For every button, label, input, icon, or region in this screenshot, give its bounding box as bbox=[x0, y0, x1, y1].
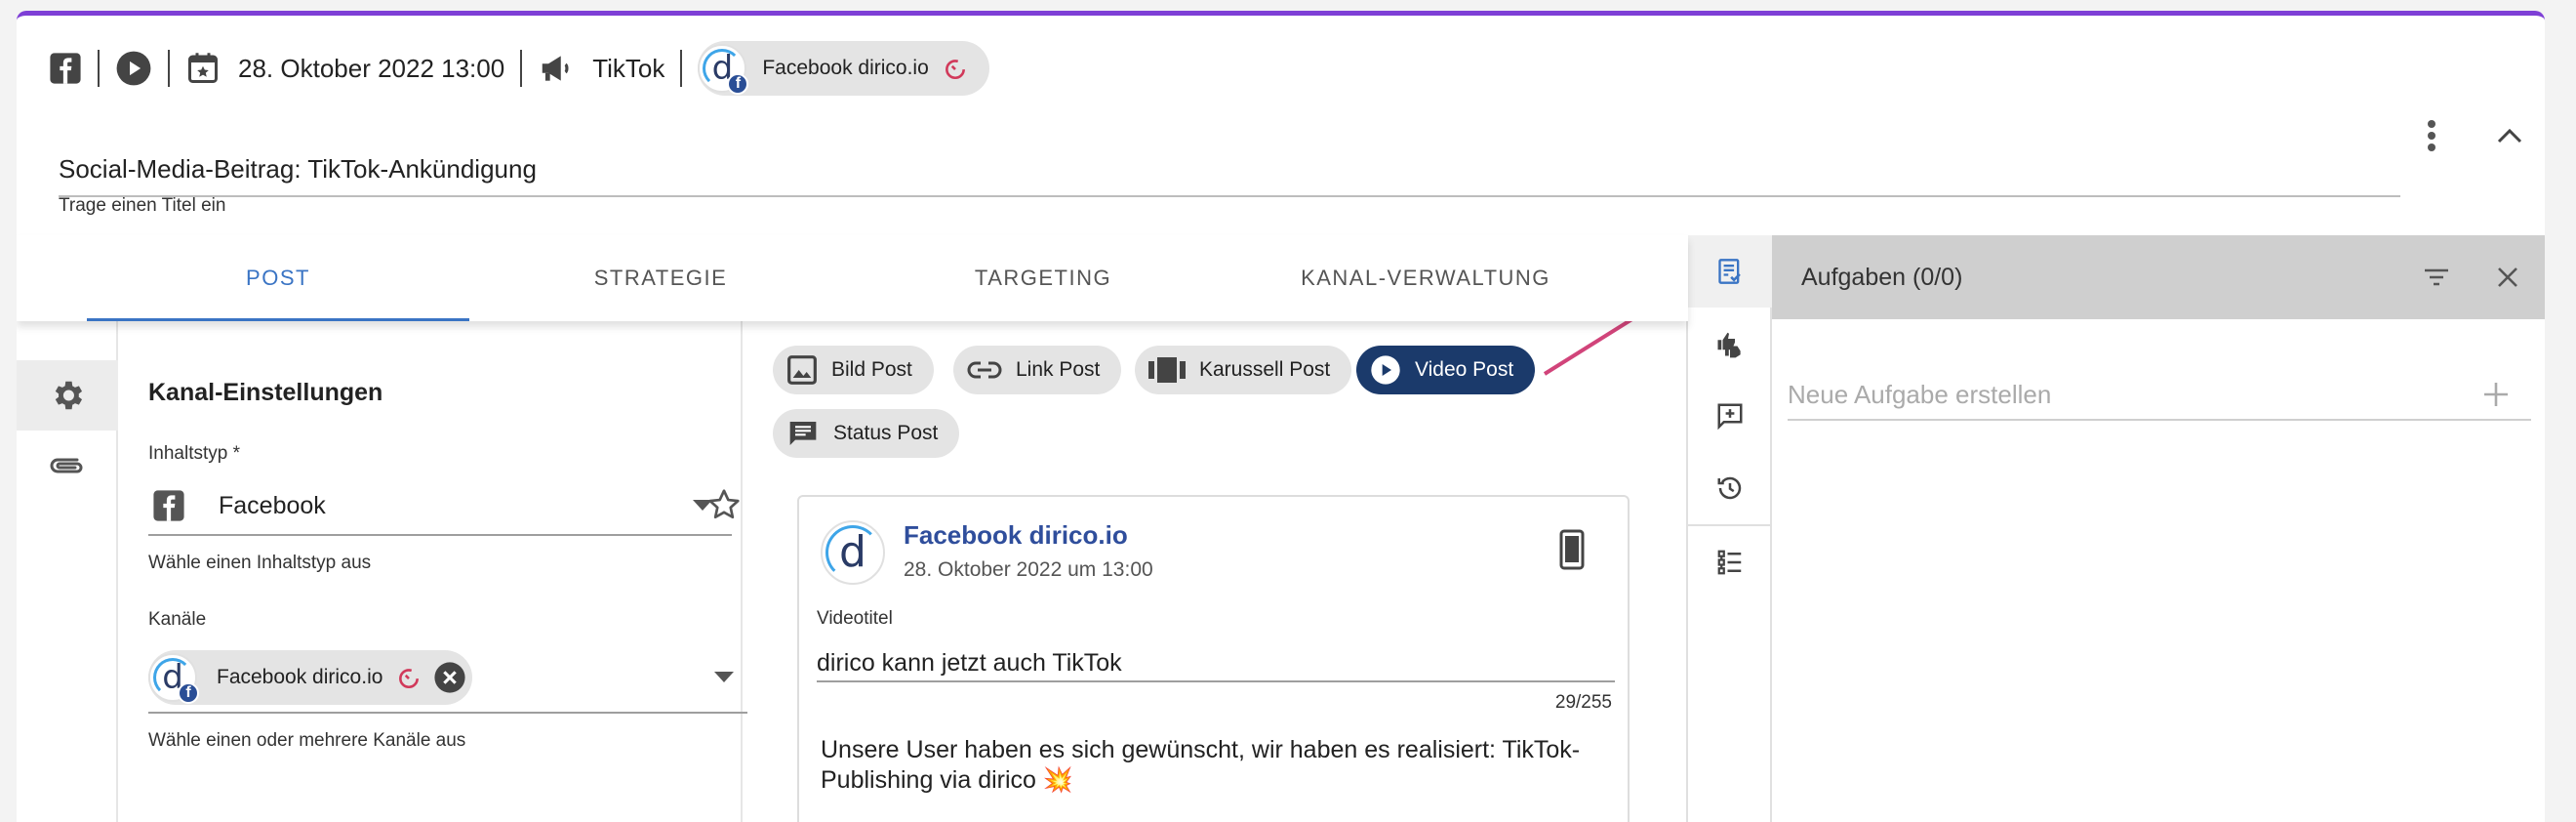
divider bbox=[98, 50, 100, 87]
rail-attachments[interactable] bbox=[17, 431, 118, 501]
tab-post[interactable]: POST bbox=[87, 235, 469, 321]
add-comment-icon bbox=[1715, 401, 1745, 431]
preview-date: 28. Oktober 2022 um 13:00 bbox=[904, 558, 1153, 581]
tasks-header: Aufgaben (0/0) bbox=[1772, 235, 2545, 319]
channels-select[interactable]: df Facebook dirico.io bbox=[148, 643, 747, 714]
facebook-icon bbox=[49, 52, 82, 85]
post-type-karussell[interactable]: Karussell Post bbox=[1135, 346, 1352, 394]
remove-chip-icon[interactable] bbox=[433, 661, 466, 694]
post-preview: d Facebook dirico.io 28. Oktober 2022 um… bbox=[797, 495, 1630, 822]
post-title-input[interactable]: Social-Media-Beitrag: TikTok-Ankündigung bbox=[59, 139, 2400, 197]
channels-label: Kanäle bbox=[148, 609, 207, 630]
thumbs-icon bbox=[1714, 329, 1746, 358]
message-icon bbox=[786, 418, 820, 449]
close-icon[interactable] bbox=[2484, 254, 2531, 301]
post-type-label: Bild Post bbox=[831, 358, 912, 381]
video-title-label: Videotitel bbox=[817, 608, 893, 629]
divider bbox=[680, 50, 683, 87]
rail-history[interactable] bbox=[1688, 452, 1772, 524]
video-title-input[interactable]: dirico kann jetzt auch TikTok bbox=[817, 643, 1615, 682]
content-type-value: Facebook bbox=[219, 491, 326, 519]
channel-chip-label: Facebook dirico.io bbox=[217, 666, 383, 688]
left-rail bbox=[17, 321, 118, 822]
tab-bar: POST STRATEGIE TARGETING KANAL-VERWALTUN… bbox=[17, 235, 1688, 321]
account-chip-label: Facebook dirico.io bbox=[762, 57, 929, 79]
avatar: df bbox=[148, 653, 199, 704]
megaphone-icon bbox=[538, 50, 575, 87]
task-list-icon bbox=[1716, 258, 1744, 285]
content-type-helper: Wähle einen Inhaltstyp aus bbox=[148, 553, 372, 573]
filter-icon[interactable] bbox=[2413, 254, 2460, 301]
title-helper: Trage einen Titel ein bbox=[59, 195, 226, 216]
star-icon[interactable] bbox=[704, 485, 744, 524]
rail-comments[interactable] bbox=[1688, 380, 1772, 452]
tasks-panel: Aufgaben (0/0) Neue Aufgabe erstellen bbox=[1772, 235, 2545, 822]
post-body-text[interactable]: Unsere User haben es sich gewünscht, wir… bbox=[821, 735, 1611, 796]
play-icon bbox=[1370, 354, 1401, 386]
mobile-icon[interactable] bbox=[1550, 526, 1593, 573]
tasks-title: Aufgaben (0/0) bbox=[1801, 263, 1963, 291]
facebook-icon bbox=[152, 489, 185, 522]
channel-chip[interactable]: df Facebook dirico.io bbox=[148, 650, 473, 705]
new-task-placeholder: Neue Aufgabe erstellen bbox=[1788, 379, 2052, 409]
content-type-label: Inhaltstyp * bbox=[148, 443, 240, 464]
channel-settings-panel: Kanal-Einstellungen Inhaltstyp * Faceboo… bbox=[118, 321, 747, 822]
account-chip[interactable]: df Facebook dirico.io bbox=[698, 41, 989, 96]
right-rail bbox=[1686, 235, 1772, 822]
checklist-icon bbox=[1715, 548, 1745, 577]
tab-strategie[interactable]: STRATEGIE bbox=[469, 235, 852, 321]
post-type-label: Karussell Post bbox=[1199, 358, 1331, 381]
timer-icon bbox=[396, 665, 422, 690]
post-type-video[interactable]: Video Post bbox=[1356, 346, 1536, 394]
rail-checklist[interactable] bbox=[1688, 526, 1772, 598]
settings-title: Kanal-Einstellungen bbox=[148, 379, 383, 406]
preview-page-name[interactable]: Facebook dirico.io bbox=[904, 520, 1128, 551]
post-type-status[interactable]: Status Post bbox=[773, 409, 960, 458]
history-icon bbox=[1715, 473, 1745, 503]
calendar-star-icon bbox=[185, 51, 221, 86]
rail-settings[interactable] bbox=[17, 360, 118, 431]
collapse-chevron-icon[interactable] bbox=[2485, 111, 2534, 160]
divider bbox=[520, 50, 523, 87]
post-editor-card: 28. Oktober 2022 13:00 TikTok df Faceboo… bbox=[17, 11, 2545, 822]
rail-approval[interactable] bbox=[1688, 308, 1772, 380]
play-circle-icon bbox=[115, 50, 152, 87]
post-type-label: Status Post bbox=[833, 422, 939, 444]
content-type-select[interactable]: Facebook bbox=[148, 477, 732, 536]
post-type-label: Video Post bbox=[1415, 358, 1514, 381]
active-tab-indicator bbox=[87, 318, 469, 321]
divider bbox=[168, 50, 170, 87]
video-title-counter: 29/255 bbox=[1554, 692, 1612, 713]
new-task-input[interactable]: Neue Aufgabe erstellen bbox=[1788, 370, 2531, 421]
add-icon[interactable] bbox=[2482, 381, 2510, 408]
post-type-bild[interactable]: Bild Post bbox=[773, 346, 934, 394]
gear-icon bbox=[49, 377, 86, 414]
tab-targeting[interactable]: TARGETING bbox=[852, 235, 1234, 321]
timer-icon bbox=[943, 56, 968, 81]
avatar: df bbox=[698, 44, 749, 95]
more-vert-icon[interactable] bbox=[2412, 111, 2451, 160]
post-type-link[interactable]: Link Post bbox=[953, 346, 1122, 394]
post-meta-row: 28. Oktober 2022 13:00 TikTok df Faceboo… bbox=[49, 40, 989, 97]
dropdown-arrow-icon bbox=[714, 672, 734, 683]
channel-type: TikTok bbox=[592, 53, 665, 83]
link-icon bbox=[967, 359, 1002, 381]
carousel-icon bbox=[1148, 356, 1186, 384]
rail-tasks[interactable] bbox=[1688, 235, 1772, 308]
paperclip-icon bbox=[48, 454, 87, 477]
publish-date: 28. Oktober 2022 13:00 bbox=[238, 53, 505, 83]
post-type-label: Link Post bbox=[1016, 358, 1101, 381]
channels-helper: Wähle einen oder mehrere Kanäle aus bbox=[148, 730, 466, 751]
tab-kanal-verwaltung[interactable]: KANAL-VERWALTUNG bbox=[1234, 235, 1617, 321]
image-icon bbox=[786, 354, 818, 386]
preview-avatar: d bbox=[821, 520, 885, 585]
